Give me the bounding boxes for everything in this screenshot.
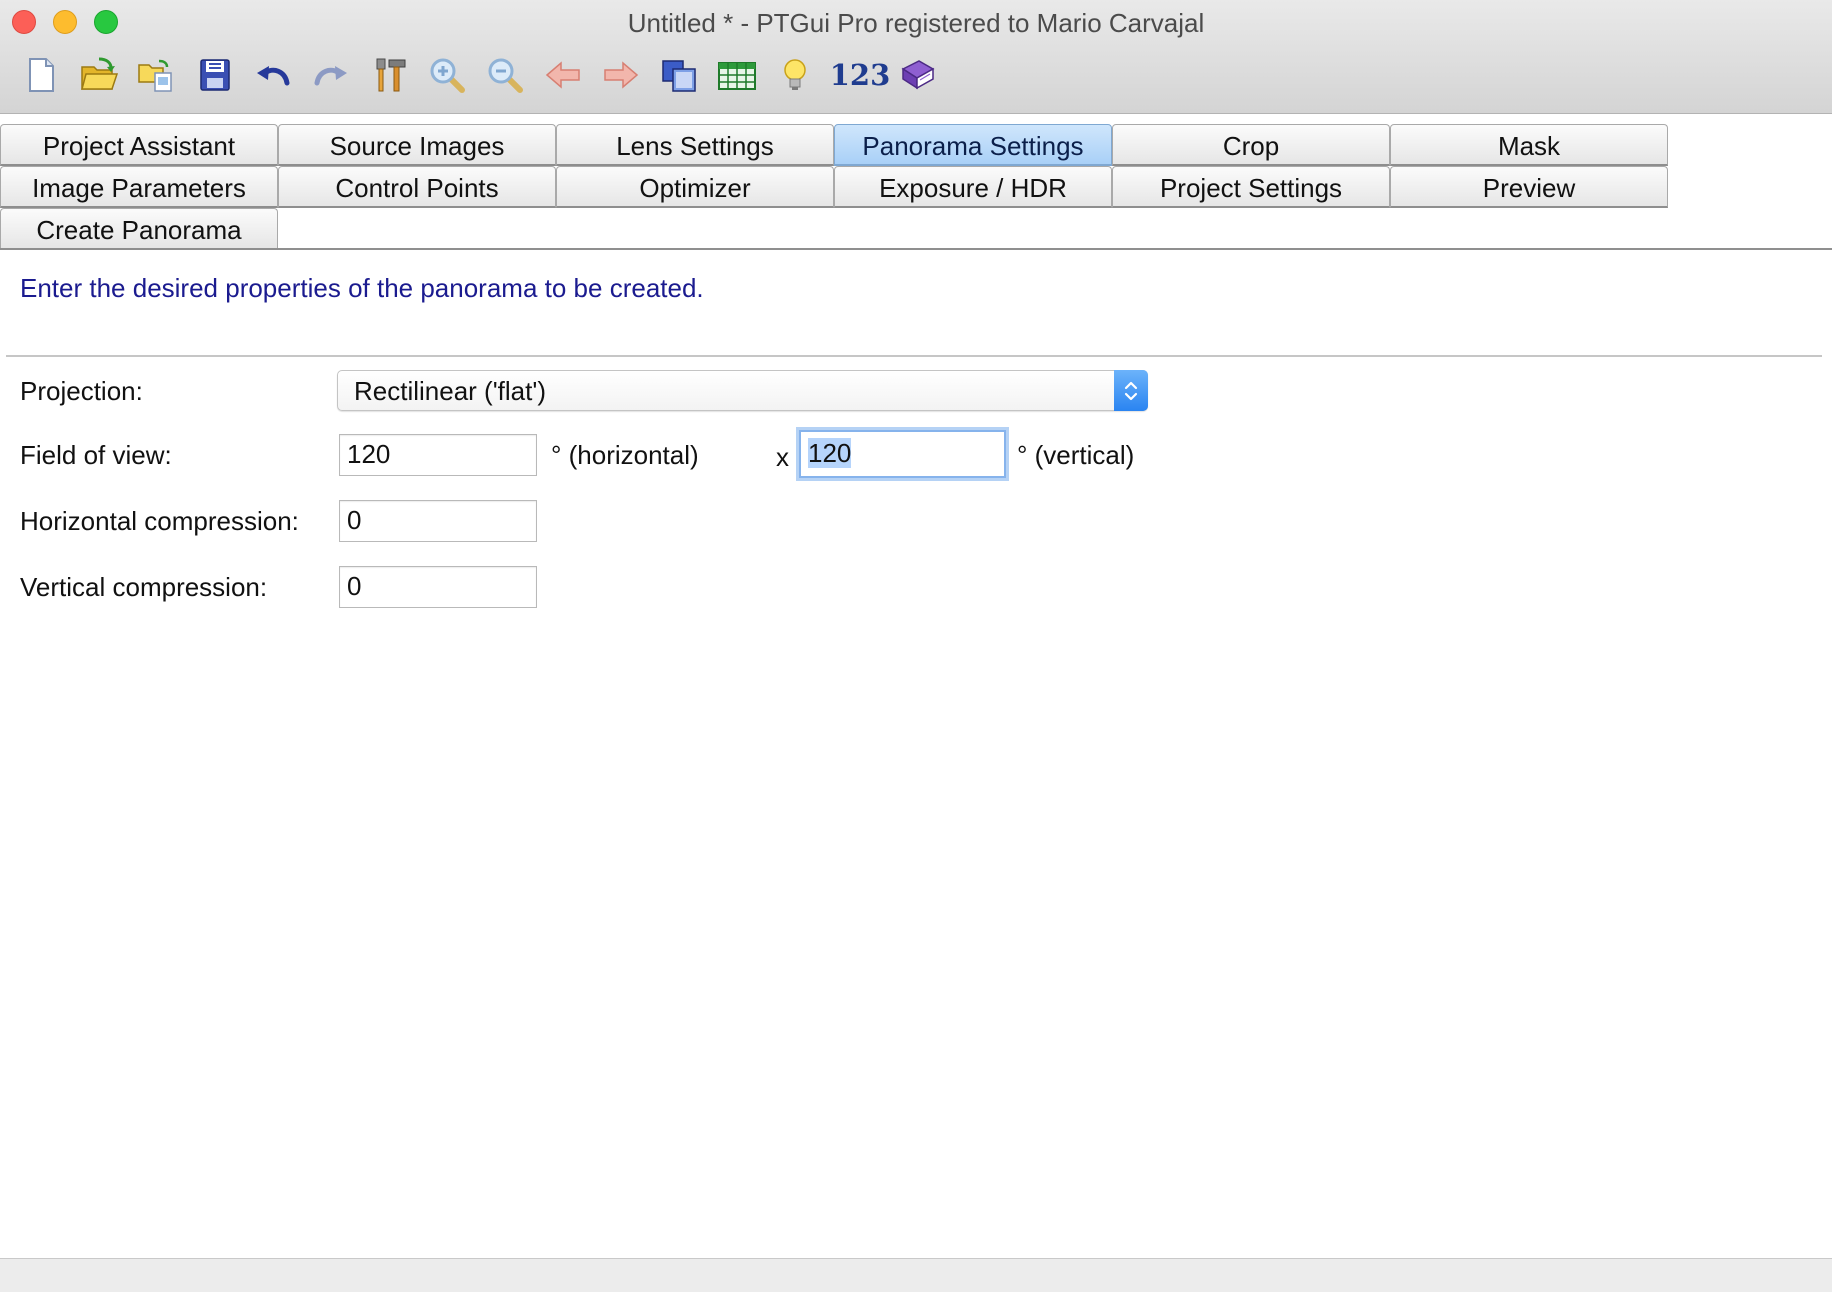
chevron-up-down-icon <box>1124 381 1138 400</box>
table-button[interactable] <box>714 52 760 98</box>
panorama-editor-icon <box>662 60 696 92</box>
zoom-in-icon <box>430 58 465 93</box>
tab-control-points[interactable]: Control Points <box>278 166 556 208</box>
tab-mask[interactable]: Mask <box>1390 124 1668 166</box>
vertical-compression-input[interactable]: 0 <box>339 566 537 608</box>
projection-value: Rectilinear ('flat') <box>354 376 546 406</box>
fov-vertical-unit: ° (vertical) <box>1017 440 1135 470</box>
tools-icon <box>376 58 406 92</box>
fov-vertical-input[interactable]: 120 <box>799 430 1006 478</box>
open-project-button[interactable] <box>76 52 122 98</box>
window-titlebar: Untitled * - PTGui Pro registered to Mar… <box>0 0 1832 114</box>
tab-lens-settings[interactable]: Lens Settings <box>556 124 834 166</box>
window-title: Untitled * - PTGui Pro registered to Mar… <box>627 8 1205 38</box>
zoom-in-button[interactable] <box>424 52 470 98</box>
panel-hint: Enter the desired properties of the pano… <box>20 273 704 303</box>
tab-panorama-settings[interactable]: Panorama Settings <box>834 124 1112 166</box>
horizontal-compression-input[interactable]: 0 <box>339 500 537 542</box>
undo-arrow-icon <box>257 66 290 86</box>
panorama-editor-button[interactable] <box>656 52 702 98</box>
fov-vertical-value: 120 <box>808 438 852 468</box>
tab-divider <box>0 248 1832 250</box>
help-button[interactable] <box>894 52 940 98</box>
tab-optimizer[interactable]: Optimizer <box>556 166 834 208</box>
new-document-icon <box>29 58 54 92</box>
tab-image-parameters[interactable]: Image Parameters <box>0 166 278 208</box>
redo-arrow-icon <box>314 66 347 86</box>
help-book-icon <box>901 60 935 90</box>
numbers-button[interactable]: 123 <box>830 52 891 98</box>
zoom-out-icon <box>488 58 523 93</box>
new-project-button[interactable] <box>18 52 64 98</box>
load-images-icon <box>138 59 172 92</box>
status-bar <box>0 1258 1832 1292</box>
undo-button[interactable] <box>250 52 296 98</box>
horizontal-compression-label: Horizontal compression: <box>20 506 299 536</box>
back-button[interactable] <box>540 52 586 98</box>
tips-button[interactable] <box>772 52 818 98</box>
save-project-button[interactable] <box>192 52 238 98</box>
tab-exposure-hdr[interactable]: Exposure / HDR <box>834 166 1112 208</box>
open-folder-icon <box>81 57 119 90</box>
tab-project-assistant[interactable]: Project Assistant <box>0 124 278 166</box>
forward-button[interactable] <box>598 52 644 98</box>
save-disk-icon <box>200 59 230 91</box>
table-icon <box>718 62 756 90</box>
fov-label: Field of view: <box>20 440 172 470</box>
projection-select[interactable]: Rectilinear ('flat') <box>337 370 1148 411</box>
redo-button[interactable] <box>308 52 354 98</box>
section-divider <box>6 355 1822 357</box>
load-images-button[interactable] <box>134 52 180 98</box>
tab-strip: Project Assistant Source Images Lens Set… <box>0 124 1832 250</box>
projection-label: Projection: <box>20 376 143 406</box>
tab-source-images[interactable]: Source Images <box>278 124 556 166</box>
tab-project-settings[interactable]: Project Settings <box>1112 166 1390 208</box>
arrow-right-icon <box>604 61 639 89</box>
tab-preview[interactable]: Preview <box>1390 166 1668 208</box>
lightbulb-icon <box>784 59 806 90</box>
fov-horizontal-input[interactable]: 120 <box>339 434 537 476</box>
fov-times: x <box>776 442 789 472</box>
select-stepper[interactable] <box>1114 370 1148 411</box>
tools-button[interactable] <box>366 52 412 98</box>
tab-crop[interactable]: Crop <box>1112 124 1390 166</box>
vertical-compression-label: Vertical compression: <box>20 572 268 602</box>
fov-horizontal-unit: ° (horizontal) <box>551 440 699 470</box>
tab-create-panorama[interactable]: Create Panorama <box>0 208 278 250</box>
zoom-out-button[interactable] <box>482 52 528 98</box>
arrow-left-icon <box>545 61 580 89</box>
